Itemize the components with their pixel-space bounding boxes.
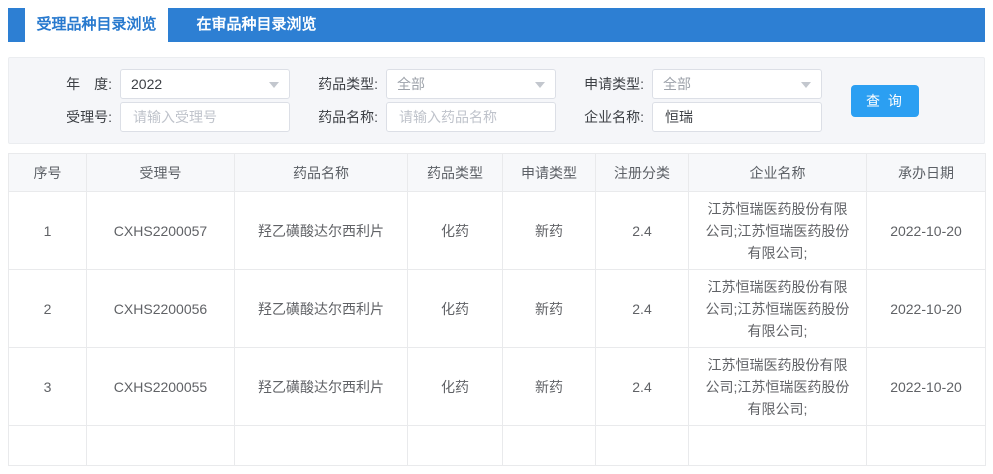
column-header: 承办日期 [866, 153, 986, 192]
table-cell: 化药 [407, 191, 503, 270]
table-cell: 新药 [502, 269, 596, 348]
table-cell [234, 425, 408, 466]
table-cell: 羟乙磺酸达尔西利片 [234, 269, 408, 348]
table-cell: 2.4 [595, 269, 689, 348]
drug-name-label: 药品名称: [318, 109, 378, 125]
column-header: 药品名称 [234, 153, 408, 192]
table-row[interactable]: 1 CXHS2200057 羟乙磺酸达尔西利片 化药 新药 2.4 江苏恒瑞医药股份有限公司… [8, 191, 986, 270]
table-cell: 羟乙磺酸达尔西利片 [234, 347, 408, 426]
table-row[interactable]: 3 CXHS2200055 羟乙磺酸达尔西利片 化药 新药 2.4 江苏恒瑞医药股份有限公司… [8, 347, 986, 426]
drug-type-label: 药品类型: [318, 76, 378, 92]
table-cell [502, 425, 596, 466]
apply-type-select[interactable]: 全部 [652, 69, 822, 99]
table-cell: 新药 [502, 347, 596, 426]
table-row-partial [8, 425, 986, 466]
year-label: 年 度: [66, 76, 112, 92]
drug-name-field-group: 药品名称: [300, 102, 556, 132]
caret-down-icon [269, 82, 279, 88]
column-header: 企业名称 [688, 153, 867, 192]
tab-under-review-catalog[interactable]: 在审品种目录浏览 [168, 8, 345, 42]
table-cell [8, 425, 87, 466]
column-header: 序号 [8, 153, 87, 192]
table-cell: 新药 [502, 191, 596, 270]
column-header: 申请类型 [502, 153, 596, 192]
apply-type-field-group: 申请类型: 全部 [566, 69, 822, 99]
table-cell: CXHS2200055 [86, 347, 235, 426]
column-header: 注册分类 [595, 153, 689, 192]
column-header: 受理号 [86, 153, 235, 192]
acceptance-no-field-box [120, 102, 290, 132]
table-cell: 2022-10-20 [866, 191, 986, 270]
table-cell: 2.4 [595, 191, 689, 270]
drug-name-field-box [386, 102, 556, 132]
company-input[interactable] [663, 108, 811, 126]
table-cell: 化药 [407, 269, 503, 348]
table-cell: 2022-10-20 [866, 269, 986, 348]
filter-row-1: 年 度: 2022 药品类型: 全部 申请类型: 全部 [34, 69, 984, 99]
year-select-value: 2022 [131, 76, 163, 92]
company-field-box [652, 102, 822, 132]
year-field-group: 年 度: 2022 [34, 69, 290, 99]
drug-type-field-group: 药品类型: 全部 [300, 69, 556, 99]
table-cell: CXHS2200057 [86, 191, 235, 270]
table-cell [866, 425, 986, 466]
table-header-row: 序号 受理号 药品名称 药品类型 申请类型 注册分类 企业名称 承办日期 [8, 153, 986, 192]
table-cell [407, 425, 503, 466]
caret-down-icon [535, 82, 545, 88]
table-cell: 2 [8, 269, 87, 348]
table-cell [86, 425, 235, 466]
table-cell: 江苏恒瑞医药股份有限公司;江苏恒瑞医药股份有限公司; [688, 191, 867, 270]
year-select[interactable]: 2022 [120, 69, 290, 99]
table-cell: 2022-10-20 [866, 347, 986, 426]
apply-type-select-value: 全部 [663, 76, 691, 92]
table-row[interactable]: 2 CXHS2200056 羟乙磺酸达尔西利片 化药 新药 2.4 江苏恒瑞医药股份有限公司… [8, 269, 986, 348]
table-cell: 羟乙磺酸达尔西利片 [234, 191, 408, 270]
tab-accepted-catalog[interactable]: 受理品种目录浏览 [25, 8, 168, 42]
company-field-group: 企业名称: [566, 102, 822, 132]
results-table: 序号 受理号 药品名称 药品类型 申请类型 注册分类 企业名称 承办日期 1 CXHS22000… [8, 153, 986, 466]
table-cell [595, 425, 689, 466]
table-cell: 江苏恒瑞医药股份有限公司;江苏恒瑞医药股份有限公司; [688, 269, 867, 348]
acceptance-no-field-group: 受理号: [34, 102, 290, 132]
table-cell: 2.4 [595, 347, 689, 426]
page: 受理品种目录浏览 在审品种目录浏览 年 度: 2022 药品类型: 全部 申请类… [0, 0, 993, 474]
table-cell: 化药 [407, 347, 503, 426]
drug-type-select-value: 全部 [397, 76, 425, 92]
table-body: 1 CXHS2200057 羟乙磺酸达尔西利片 化药 新药 2.4 江苏恒瑞医药股份有限公司… [8, 191, 986, 466]
table-cell: 1 [8, 191, 87, 270]
company-label: 企业名称: [584, 109, 644, 125]
apply-type-label: 申请类型: [584, 76, 644, 92]
search-button[interactable]: 查 询 [851, 84, 919, 117]
column-header: 药品类型 [407, 153, 503, 192]
caret-down-icon [801, 82, 811, 88]
table-cell [688, 425, 867, 466]
tab-bar: 受理品种目录浏览 在审品种目录浏览 [8, 8, 985, 42]
table-cell: 江苏恒瑞医药股份有限公司;江苏恒瑞医药股份有限公司; [688, 347, 867, 426]
filter-row-2: 受理号: 药品名称: 企业名称: [34, 102, 984, 132]
drug-type-select[interactable]: 全部 [386, 69, 556, 99]
filter-panel: 年 度: 2022 药品类型: 全部 申请类型: 全部 受理号: 请输入受理号 … [8, 57, 985, 144]
table-cell: 3 [8, 347, 87, 426]
drug-name-input[interactable] [397, 108, 545, 126]
acceptance-no-label: 受理号: [66, 109, 112, 125]
acceptance-no-input[interactable] [131, 108, 279, 126]
table-header: 序号 受理号 药品名称 药品类型 申请类型 注册分类 企业名称 承办日期 [8, 153, 986, 192]
table-cell: CXHS2200056 [86, 269, 235, 348]
